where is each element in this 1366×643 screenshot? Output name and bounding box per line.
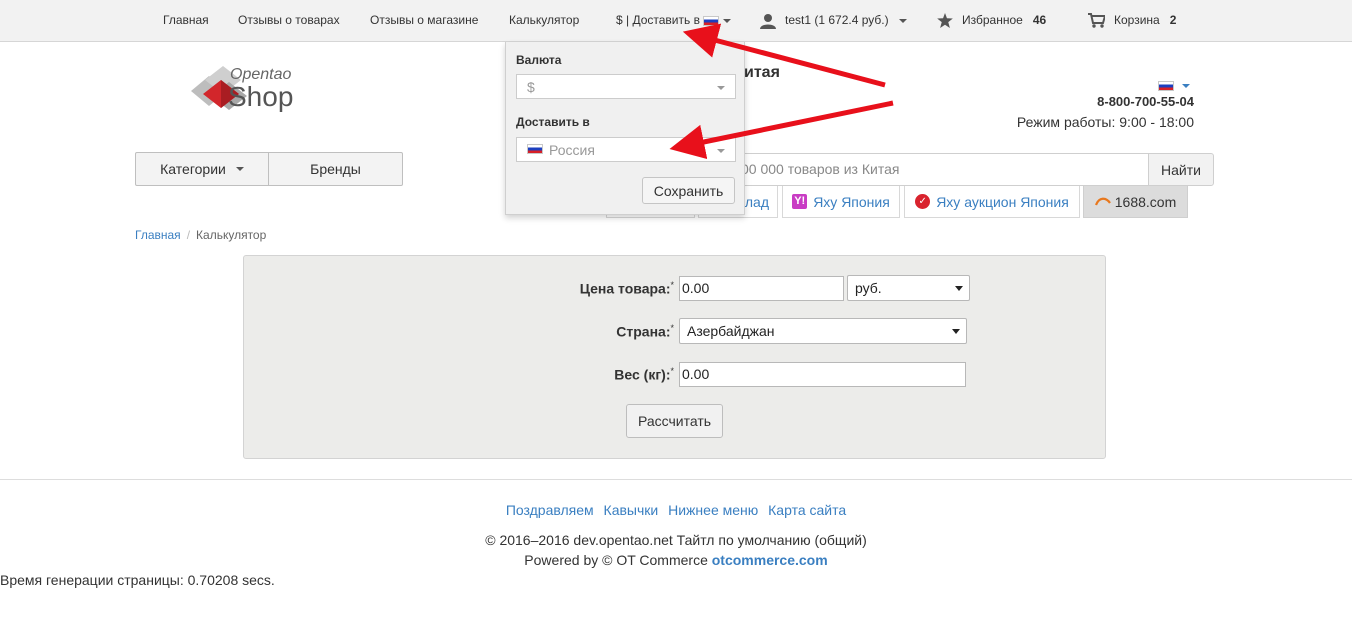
cart-icon (1088, 13, 1105, 29)
currency-select-value: руб. (855, 280, 882, 296)
footer-powered-by: Powered by © OT Commerce otcommerce.com (0, 552, 1352, 568)
footer-link-sitemap[interactable]: Карта сайта (768, 502, 846, 518)
categories-button[interactable]: Категории (136, 153, 269, 185)
weight-input[interactable]: 0.00 (679, 362, 966, 387)
calculator-panel: Цена товара:* 0.00 руб. Страна:* Азербай… (243, 255, 1106, 459)
scrollbar-track[interactable] (1352, 0, 1366, 643)
currency-delivery-toggle[interactable]: $ | Доставить в (616, 13, 732, 27)
caret-down-icon (1182, 83, 1190, 88)
breadcrumb-separator: / (186, 228, 191, 242)
language-selector[interactable] (1158, 77, 1190, 92)
weight-label-text: Вес (кг): (614, 366, 671, 383)
breadcrumb-current: Калькулятор (196, 228, 267, 242)
favorites-link[interactable]: Избранное 46 (937, 13, 1047, 29)
powered-by-text: Powered by © OT Commerce (524, 552, 708, 568)
footer-link-quotes[interactable]: Кавычки (604, 502, 659, 518)
dropdown-arrow-icon (717, 86, 725, 90)
footer-link-congrats[interactable]: Поздравляем (506, 502, 594, 518)
auction-icon: ✓ (915, 194, 931, 209)
search-input[interactable]: 00 000 товаров из Китая (740, 153, 1149, 186)
dropdown-delivery-label: Доставить в (516, 115, 590, 129)
brands-button[interactable]: Бренды (269, 153, 402, 185)
logo-brand-line2: Shop (228, 81, 294, 112)
dropdown-currency-value: $ (527, 79, 535, 95)
cart-count: 2 (1169, 13, 1177, 27)
cart-label: Корзина (1114, 13, 1160, 27)
footer-link-bottom-menu[interactable]: Нижнее меню (668, 502, 758, 518)
dropdown-save-button[interactable]: Сохранить (642, 177, 735, 204)
price-input[interactable]: 0.00 (679, 276, 844, 301)
dropdown-arrow-icon (952, 329, 960, 334)
favorites-label: Избранное (962, 13, 1023, 27)
dropdown-currency-select[interactable]: $ (516, 74, 736, 99)
phone-number: 8-800-700-55-04 (1097, 94, 1194, 109)
footer-copyright: © 2016–2016 dev.opentao.net Тайтл по умо… (485, 532, 867, 548)
country-select[interactable]: Азербайджан (679, 318, 967, 344)
site-title: итая (744, 64, 780, 81)
calculate-button[interactable]: Рассчитать (626, 404, 723, 438)
source-tab-label: 1688.com (1114, 193, 1177, 210)
currency-delivery-label: $ | Доставить в (616, 13, 700, 27)
dropdown-arrow-icon (717, 149, 725, 153)
currency-select[interactable]: руб. (847, 275, 970, 301)
dropdown-arrow-icon (955, 286, 963, 291)
breadcrumb: Главная / Калькулятор (135, 228, 266, 242)
source-tab-label: Яху аукцион Япония (936, 193, 1069, 210)
top-navigation: Главная Отзывы о товарах Отзывы о магази… (0, 0, 1352, 42)
cart-link[interactable]: Корзина 2 (1088, 13, 1177, 29)
country-label: Страна:* (524, 323, 674, 340)
price-label: Цена товара:* (524, 280, 674, 297)
russia-flag-icon (527, 144, 543, 154)
price-label-text: Цена товара: (579, 280, 671, 297)
search-button[interactable]: Найти (1148, 153, 1214, 186)
required-mark: * (670, 323, 674, 333)
1688-icon (1094, 197, 1111, 206)
favorites-count: 46 (1032, 13, 1047, 27)
star-icon (937, 13, 953, 29)
yahoo-icon: Y! (792, 194, 808, 209)
weight-label: Вес (кг):* (524, 366, 674, 383)
dropdown-currency-label: Валюта (516, 53, 562, 67)
nav-calculator-link[interactable]: Калькулятор (509, 13, 579, 27)
user-name-balance: test1 (1 672.4 руб.) (785, 13, 889, 28)
dropdown-delivery-select[interactable]: Россия (516, 137, 736, 162)
required-mark: * (670, 280, 674, 290)
nav-store-reviews-link[interactable]: Отзывы о магазине (370, 13, 478, 27)
source-tab-1688[interactable]: 1688.com (1083, 186, 1188, 218)
categories-label: Категории (160, 161, 226, 177)
breadcrumb-home-link[interactable]: Главная (135, 228, 181, 242)
caret-down-icon (723, 18, 732, 23)
country-select-value: Азербайджан (687, 323, 775, 339)
country-label-text: Страна: (616, 323, 671, 340)
source-tab-yahoo-auction[interactable]: ✓ Яху аукцион Япония (904, 186, 1080, 218)
currency-delivery-dropdown: Валюта $ Доставить в Россия Сохранить (505, 42, 745, 215)
footer-links: Поздравляем Кавычки Нижнее меню Карта са… (0, 502, 1352, 518)
source-tab-label: Яху Япония (813, 193, 890, 210)
dropdown-delivery-value: Россия (549, 142, 595, 158)
russia-flag-icon (703, 15, 720, 26)
caret-down-icon (235, 167, 244, 171)
working-hours: Режим работы: 9:00 - 18:00 (1016, 114, 1194, 130)
source-tab-yahoo-japan[interactable]: Y! Яху Япония (782, 186, 900, 218)
page-generation-time: Время генерации страницы: 0.70208 secs. (0, 572, 275, 588)
user-menu[interactable]: test1 (1 672.4 руб.) (760, 13, 907, 29)
caret-down-icon (898, 19, 907, 23)
user-icon (760, 14, 776, 29)
footer-divider (0, 479, 1352, 480)
catalog-bar: Категории Бренды (135, 152, 403, 186)
nav-home-link[interactable]: Главная (163, 13, 209, 27)
otcommerce-link[interactable]: otcommerce.com (712, 552, 828, 568)
nav-product-reviews-link[interactable]: Отзывы о товарах (238, 13, 340, 27)
russia-flag-icon (1158, 80, 1174, 91)
required-mark: * (670, 366, 674, 376)
